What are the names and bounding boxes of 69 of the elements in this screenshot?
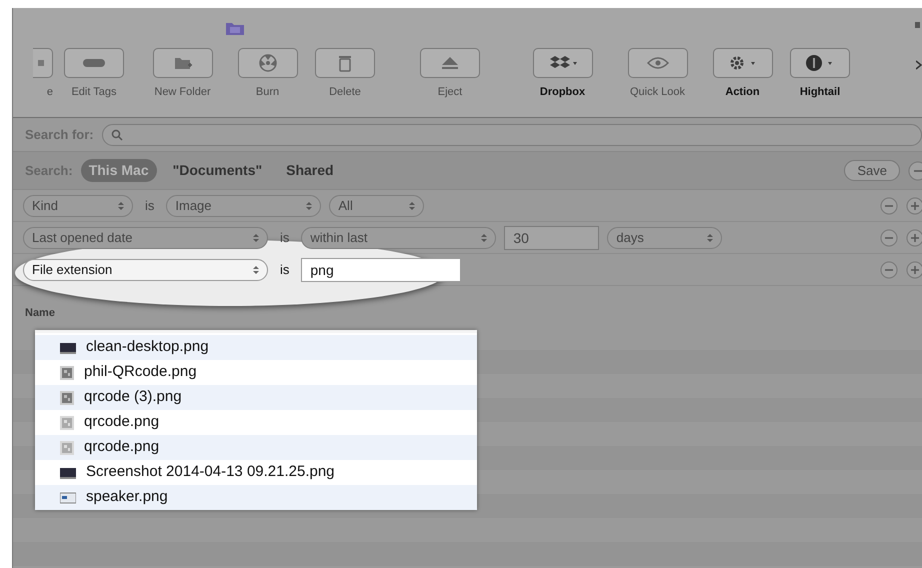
add-icon[interactable] (906, 260, 922, 278)
qr-file-icon (60, 440, 74, 454)
toolbar-label: Hightail (800, 85, 840, 100)
card-file-icon (60, 492, 76, 504)
toolbar-button[interactable] (712, 48, 772, 78)
window-control-icon (915, 22, 920, 28)
value-field[interactable]: 30 (504, 226, 600, 250)
popup-button[interactable]: File extension (23, 258, 268, 280)
scope-tab[interactable]: "Documents" (164, 159, 270, 182)
popup-button[interactable]: days (607, 226, 722, 248)
value-field[interactable]: png (301, 258, 462, 282)
toolbar-label: Action (725, 85, 760, 100)
scope-tab[interactable]: Shared (278, 159, 342, 182)
stepper-arrows-icon (306, 200, 312, 210)
popup-button[interactable]: All (329, 194, 424, 216)
file-name[interactable]: speaker.png (86, 486, 168, 509)
popup-button[interactable]: Last opened date (23, 226, 268, 248)
eye-icon (646, 56, 668, 70)
stepper-arrows-icon (481, 232, 488, 242)
toolbar-label: Burn (256, 85, 280, 100)
toolbar-button[interactable] (532, 48, 592, 78)
search-field[interactable] (102, 124, 922, 146)
dropbox-icon (548, 55, 578, 71)
qr-file-icon (60, 390, 74, 404)
toolbar-button[interactable] (790, 48, 850, 78)
hightail-icon (805, 54, 835, 72)
trash-icon (338, 54, 352, 72)
stepper-arrows-icon (118, 200, 124, 210)
stepper-arrows-icon (253, 232, 259, 242)
toolbar-label: Edit Tags (71, 85, 117, 100)
file-name[interactable]: Screenshot 2014-04-13 09.21.25.png (86, 461, 335, 484)
remove-icon[interactable] (880, 196, 898, 214)
monitor-file-icon (60, 342, 76, 354)
column-header: Name (25, 306, 55, 321)
monitor-file-icon (60, 466, 76, 478)
save-button[interactable]: Save (844, 160, 900, 182)
scope-tab[interactable]: This Mac (80, 159, 157, 182)
add-icon[interactable] (906, 228, 922, 246)
popup-button[interactable]: within last (301, 226, 496, 248)
stepper-arrows-icon (707, 232, 714, 242)
folder-plus-icon (172, 55, 192, 71)
gear-icon (728, 54, 758, 72)
file-name[interactable]: phil-QRcode.png (84, 361, 197, 384)
toolbar-label: Delete (329, 85, 361, 100)
qr-file-icon (60, 416, 74, 430)
popup-button[interactable]: Image (166, 194, 322, 216)
remove-icon[interactable] (880, 228, 898, 246)
remove-icon[interactable] (880, 260, 898, 278)
criterion-operator: is (145, 196, 154, 215)
overflow-chevron-icon[interactable] (916, 60, 922, 70)
criterion-operator: is (280, 260, 290, 279)
qr-file-icon (60, 366, 74, 380)
criterion-operator: is (280, 228, 290, 247)
file-name[interactable]: qrcode.png (84, 436, 160, 459)
radiation-icon (258, 54, 276, 72)
remove-icon[interactable] (908, 160, 922, 180)
add-icon[interactable] (906, 196, 922, 214)
folder-icon (225, 20, 245, 36)
stepper-arrows-icon (409, 200, 416, 210)
search-icon (110, 128, 123, 140)
toolbar-label: New Folder (154, 85, 211, 100)
toolbar-label: Dropbox (540, 85, 586, 100)
toolbar-label: e (46, 85, 53, 100)
eject-icon (441, 56, 459, 70)
file-name[interactable]: qrcode.png (84, 411, 160, 434)
stepper-arrows-icon (253, 264, 259, 274)
toolbar-label: Eject (438, 85, 462, 100)
toolbar-label: Quick Look (630, 85, 686, 100)
popup-button[interactable]: Kind (23, 194, 133, 216)
